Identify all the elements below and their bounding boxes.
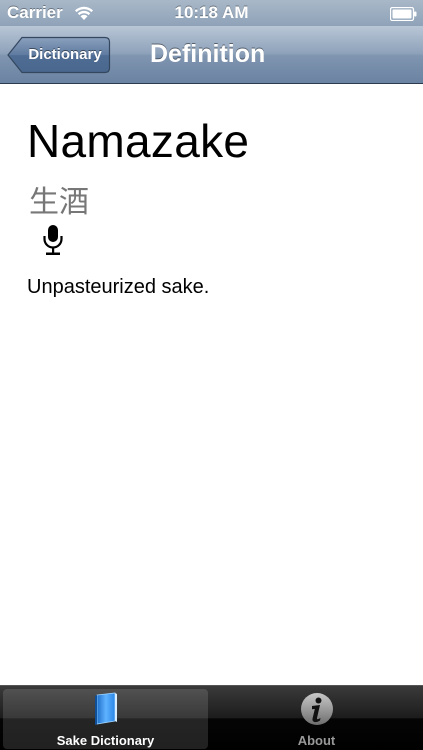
term-title: Namazake <box>27 115 250 167</box>
info-icon <box>214 692 419 731</box>
definition-content: Namazake 生酒 Unpasteurized sake. <box>0 84 423 685</box>
tab-label: Sake Dictionary <box>56 733 155 748</box>
tab-bar: Sake Dictionary About <box>0 685 423 750</box>
back-button-label: Dictionary <box>28 46 102 63</box>
tab-label: About <box>297 733 336 748</box>
navigation-bar: Dictionary Definition <box>0 26 423 84</box>
tab-about[interactable]: About <box>214 689 419 749</box>
status-time: 10:18 AM <box>174 3 249 22</box>
book-icon <box>3 692 208 731</box>
back-button[interactable]: Dictionary <box>7 36 111 74</box>
microphone-icon[interactable] <box>42 224 64 261</box>
term-kanji: 生酒 <box>29 185 89 220</box>
battery-icon <box>389 6 417 26</box>
status-bar: Carrier 10:18 AM <box>0 0 423 26</box>
tab-sake-dictionary[interactable]: Sake Dictionary <box>3 689 208 749</box>
page-title: Definition <box>150 40 266 68</box>
definition-text: Unpasteurized sake. <box>27 276 210 298</box>
